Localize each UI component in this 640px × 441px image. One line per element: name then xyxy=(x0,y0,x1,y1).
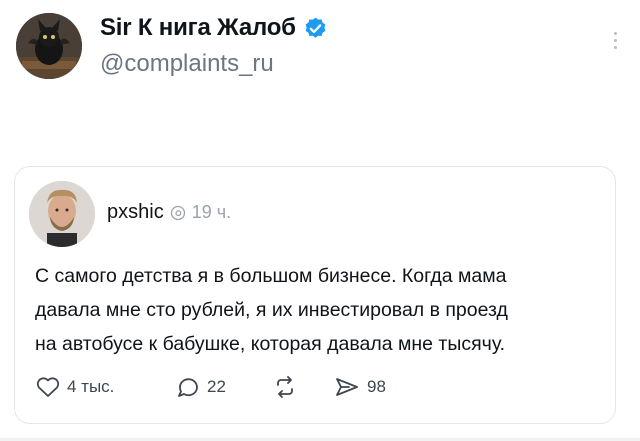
quoted-post-card[interactable]: pxshic 19 ч. С самого детства я в большо… xyxy=(14,166,616,424)
reply-count: 22 xyxy=(207,377,226,396)
reply-bubble-icon xyxy=(178,378,198,397)
quoted-author-row: pxshic 19 ч. xyxy=(107,201,231,224)
quoted-text-line: давала мне сто рублей, я их инвестировал… xyxy=(35,299,508,321)
repost-button[interactable] xyxy=(271,375,305,399)
heart-icon xyxy=(36,377,60,397)
reply-button[interactable]: 22 xyxy=(175,375,226,399)
send-arrow-icon xyxy=(336,378,358,396)
quoted-text-line: на автобусе к бабушке, которая давала мн… xyxy=(35,333,506,355)
share-count: 98 xyxy=(367,377,386,396)
like-count: 4 тыс. xyxy=(67,377,115,396)
author-name-row: Sir К нига Жалоб xyxy=(100,14,328,42)
black-cat-avatar-image xyxy=(16,13,82,79)
author-display-name[interactable]: Sir К нига Жалоб xyxy=(100,14,296,42)
quoted-username[interactable]: pxshic xyxy=(107,201,164,224)
author-handle[interactable]: @complaints_ru xyxy=(100,50,274,78)
repost-icon xyxy=(277,376,293,398)
quoted-timestamp[interactable]: 19 ч. xyxy=(192,202,231,223)
verified-badge-icon xyxy=(303,16,328,41)
share-button[interactable]: 98 xyxy=(333,375,386,399)
threads-logo-icon xyxy=(170,205,186,221)
like-button[interactable]: 4 тыс. xyxy=(35,375,114,399)
more-options-icon[interactable] xyxy=(612,32,618,56)
quoted-text-line: С самого детства я в большом бизнесе. Ко… xyxy=(35,265,507,287)
author-avatar[interactable] xyxy=(16,13,82,79)
quoted-actions-bar: 4 тыс. 22 98 xyxy=(35,375,595,405)
quoted-author-avatar[interactable] xyxy=(29,181,95,247)
man-portrait-image xyxy=(29,181,95,247)
quoted-post-text: С самого детства я в большом бизнесе. Ко… xyxy=(35,259,611,361)
